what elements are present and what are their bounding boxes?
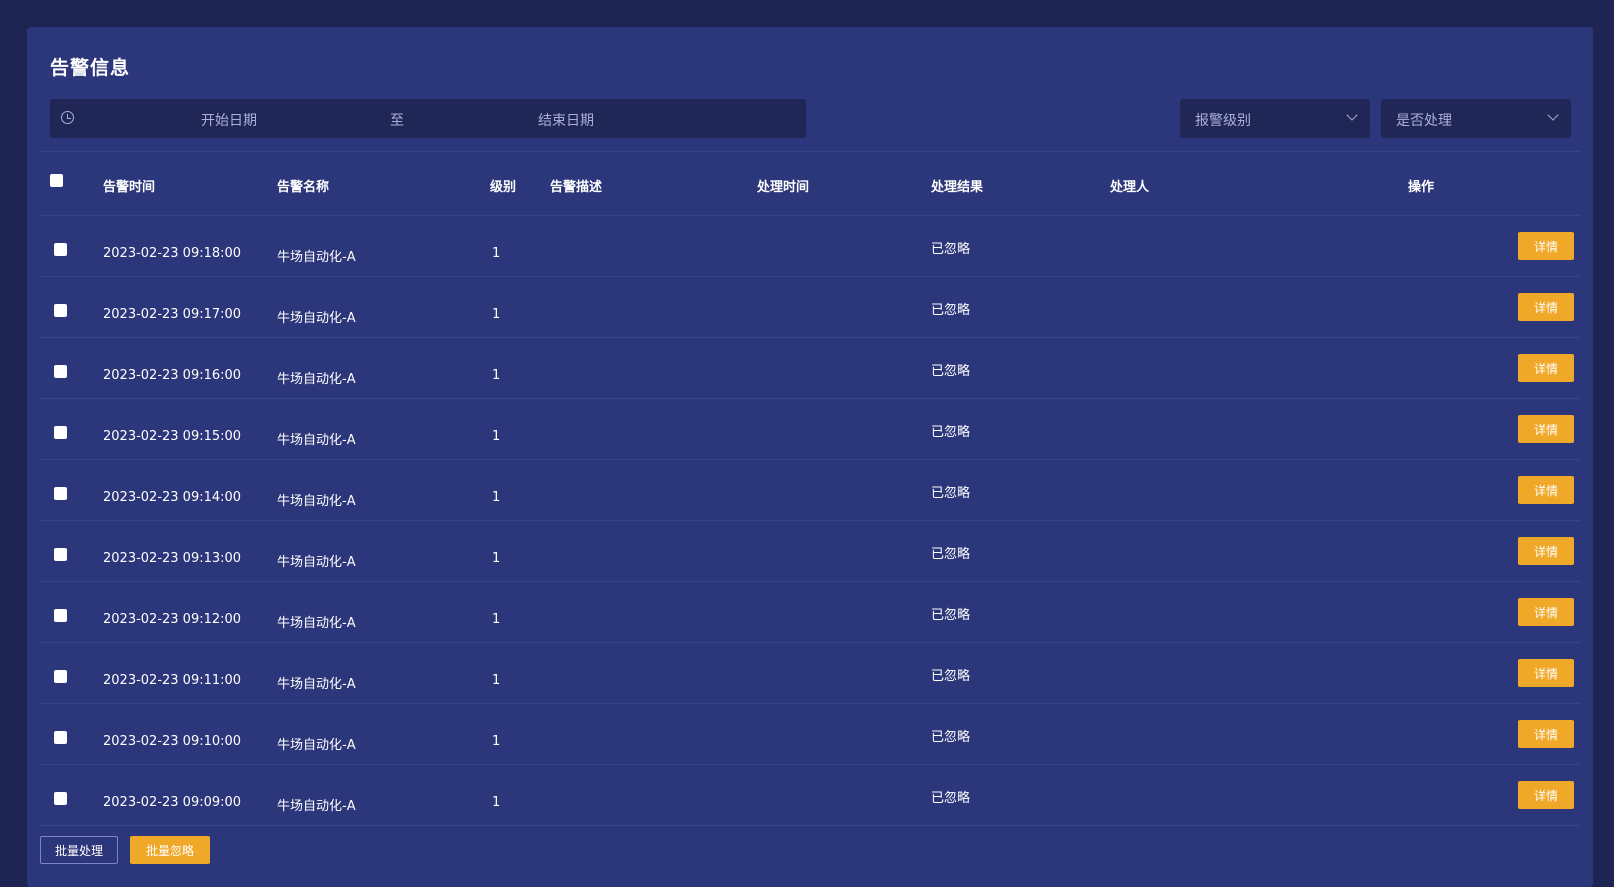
cell-level: 1 <box>492 307 501 322</box>
row-checkbox[interactable] <box>54 670 67 683</box>
select-all-checkbox[interactable] <box>50 174 63 187</box>
cell-level: 1 <box>492 429 501 444</box>
row-checkbox[interactable] <box>54 243 67 256</box>
table-row: 2023-02-23 09:14:00 牛场自动化-A 1 已忽略 详情 <box>40 460 1580 521</box>
clock-icon <box>61 111 74 124</box>
date-range-separator: 至 <box>390 113 404 129</box>
cell-alarm-name: 牛场自动化-A <box>277 738 356 753</box>
cell-level: 1 <box>492 612 501 627</box>
header-result: 处理结果 <box>931 180 984 195</box>
cell-alarm-time: 2023-02-23 09:10:00 <box>103 734 242 749</box>
detail-button[interactable]: 详情 <box>1518 293 1574 321</box>
row-checkbox[interactable] <box>54 609 67 622</box>
header-description: 告警描述 <box>550 180 603 195</box>
cell-alarm-name: 牛场自动化-A <box>277 250 356 265</box>
table-row: 2023-02-23 09:16:00 牛场自动化-A 1 已忽略 详情 <box>40 338 1580 399</box>
table-row: 2023-02-23 09:17:00 牛场自动化-A 1 已忽略 详情 <box>40 277 1580 338</box>
detail-button[interactable]: 详情 <box>1518 537 1574 565</box>
batch-process-button[interactable]: 批量处理 <box>40 836 118 864</box>
table-row: 2023-02-23 09:15:00 牛场自动化-A 1 已忽略 详情 <box>40 399 1580 460</box>
row-checkbox[interactable] <box>54 365 67 378</box>
header-handler: 处理人 <box>1110 180 1150 195</box>
header-handle-time: 处理时间 <box>757 180 810 195</box>
handled-status-placeholder: 是否处理 <box>1396 113 1452 129</box>
row-checkbox[interactable] <box>54 304 67 317</box>
cell-alarm-time: 2023-02-23 09:12:00 <box>103 612 242 627</box>
chevron-down-icon <box>1547 109 1559 121</box>
chevron-down-icon <box>1346 109 1358 121</box>
cell-result: 已忽略 <box>931 608 971 623</box>
date-range-picker[interactable]: 开始日期 至 结束日期 <box>50 99 806 138</box>
cell-alarm-time: 2023-02-23 09:14:00 <box>103 490 242 505</box>
cell-alarm-time: 2023-02-23 09:16:00 <box>103 368 242 383</box>
cell-alarm-time: 2023-02-23 09:09:00 <box>103 795 242 810</box>
cell-alarm-name: 牛场自动化-A <box>277 616 356 631</box>
detail-button[interactable]: 详情 <box>1518 476 1574 504</box>
alarm-panel: 告警信息 开始日期 至 结束日期 报警级别 是否处理 告警时间 告警名称 级别 … <box>27 27 1593 887</box>
alarm-level-select[interactable]: 报警级别 <box>1180 99 1370 138</box>
table-row: 2023-02-23 09:10:00 牛场自动化-A 1 已忽略 详情 <box>40 704 1580 765</box>
cell-alarm-time: 2023-02-23 09:15:00 <box>103 429 242 444</box>
table-row: 2023-02-23 09:11:00 牛场自动化-A 1 已忽略 详情 <box>40 643 1580 704</box>
cell-alarm-time: 2023-02-23 09:17:00 <box>103 307 242 322</box>
cell-level: 1 <box>492 551 501 566</box>
cell-result: 已忽略 <box>931 791 971 806</box>
header-alarm-name: 告警名称 <box>277 180 330 195</box>
table-row: 2023-02-23 09:12:00 牛场自动化-A 1 已忽略 详情 <box>40 582 1580 643</box>
cell-alarm-name: 牛场自动化-A <box>277 433 356 448</box>
row-divider <box>40 825 1580 826</box>
detail-button[interactable]: 详情 <box>1518 598 1574 626</box>
cell-alarm-time: 2023-02-23 09:11:00 <box>103 673 242 688</box>
cell-result: 已忽略 <box>931 425 971 440</box>
cell-alarm-name: 牛场自动化-A <box>277 799 356 814</box>
detail-button[interactable]: 详情 <box>1518 659 1574 687</box>
cell-level: 1 <box>492 490 501 505</box>
cell-level: 1 <box>492 368 501 383</box>
table-top-border <box>40 151 1580 152</box>
cell-alarm-name: 牛场自动化-A <box>277 555 356 570</box>
cell-alarm-name: 牛场自动化-A <box>277 311 356 326</box>
detail-button[interactable]: 详情 <box>1518 720 1574 748</box>
batch-ignore-button[interactable]: 批量忽略 <box>130 836 210 864</box>
cell-result: 已忽略 <box>931 669 971 684</box>
row-checkbox[interactable] <box>54 731 67 744</box>
cell-level: 1 <box>492 795 501 810</box>
table-row: 2023-02-23 09:09:00 牛场自动化-A 1 已忽略 详情 <box>40 765 1580 826</box>
cell-result: 已忽略 <box>931 547 971 562</box>
alarm-level-placeholder: 报警级别 <box>1195 113 1251 129</box>
start-date-input[interactable]: 开始日期 <box>201 110 257 130</box>
cell-result: 已忽略 <box>931 242 971 257</box>
detail-button[interactable]: 详情 <box>1518 232 1574 260</box>
page-title: 告警信息 <box>50 57 131 79</box>
detail-button[interactable]: 详情 <box>1518 781 1574 809</box>
cell-result: 已忽略 <box>931 303 971 318</box>
row-checkbox[interactable] <box>54 426 67 439</box>
handled-status-select[interactable]: 是否处理 <box>1381 99 1571 138</box>
table-row: 2023-02-23 09:18:00 牛场自动化-A 1 已忽略 详情 <box>40 216 1580 277</box>
end-date-input[interactable]: 结束日期 <box>538 110 594 130</box>
cell-alarm-name: 牛场自动化-A <box>277 494 356 509</box>
cell-result: 已忽略 <box>931 730 971 745</box>
detail-button[interactable]: 详情 <box>1518 354 1574 382</box>
row-checkbox[interactable] <box>54 792 67 805</box>
cell-result: 已忽略 <box>931 364 971 379</box>
cell-level: 1 <box>492 734 501 749</box>
cell-result: 已忽略 <box>931 486 971 501</box>
header-alarm-time: 告警时间 <box>103 180 156 195</box>
header-action: 操作 <box>1408 180 1435 195</box>
cell-alarm-name: 牛场自动化-A <box>277 677 356 692</box>
row-checkbox[interactable] <box>54 548 67 561</box>
row-checkbox[interactable] <box>54 487 67 500</box>
header-level: 级别 <box>490 180 517 195</box>
cell-alarm-time: 2023-02-23 09:13:00 <box>103 551 242 566</box>
cell-alarm-name: 牛场自动化-A <box>277 372 356 387</box>
table-row: 2023-02-23 09:13:00 牛场自动化-A 1 已忽略 详情 <box>40 521 1580 582</box>
detail-button[interactable]: 详情 <box>1518 415 1574 443</box>
cell-level: 1 <box>492 246 501 261</box>
cell-alarm-time: 2023-02-23 09:18:00 <box>103 246 242 261</box>
cell-level: 1 <box>492 673 501 688</box>
